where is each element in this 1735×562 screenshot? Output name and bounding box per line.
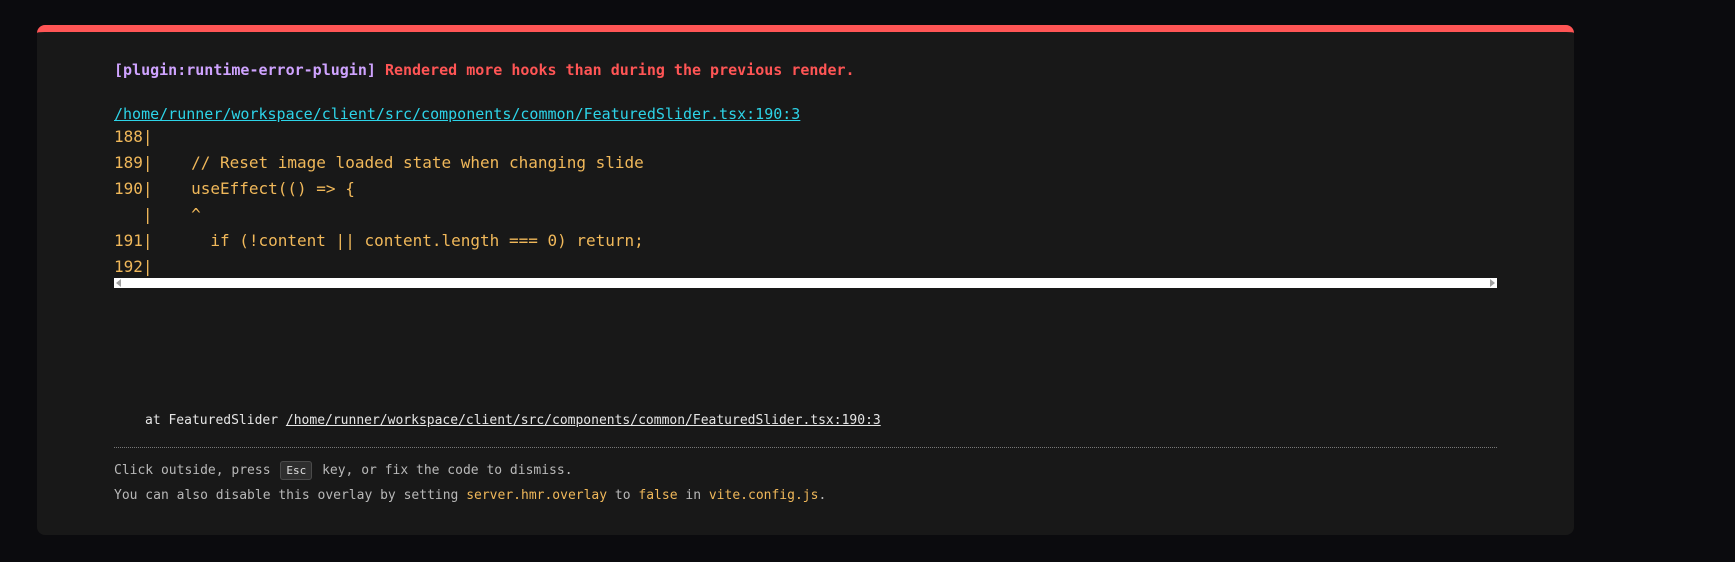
scroll-left-icon[interactable] [116,279,121,287]
horizontal-scrollbar[interactable] [114,278,1497,288]
tip-text: in [685,488,702,503]
tip-text: key, or fix the code to dismiss. [322,463,573,478]
stack-prefix: at FeaturedSlider [145,413,279,428]
code-line: 189| // Reset image loaded state when ch… [114,153,644,172]
tip-text: Click outside, press [114,463,271,478]
error-message: [plugin:runtime-error-plugin] Rendered m… [114,61,855,79]
code-line: 190| useEffect(() => { [114,179,355,198]
tip-text: You can also disable this overlay by set… [114,488,459,503]
stack-trace: at FeaturedSlider /home/runner/workspace… [145,413,881,429]
error-overlay: [plugin:runtime-error-plugin] Rendered m… [37,25,1574,535]
error-text: Rendered more hooks than during the prev… [384,61,855,79]
error-file-link[interactable]: /home/runner/workspace/client/src/compon… [114,105,800,123]
esc-key: Esc [280,461,313,480]
code-line: 191| if (!content || content.length === … [114,231,644,250]
code-frame: 188| 189| // Reset image loaded state wh… [114,124,1497,280]
code-line: | ^ [114,205,201,224]
code-line: 188| [114,127,153,146]
stack-file-link[interactable]: /home/runner/workspace/client/src/compon… [286,413,881,428]
tip-text: to [614,488,631,503]
config-key: server.hmr.overlay [466,488,608,503]
config-tip: You can also disable this overlay by set… [114,487,826,505]
divider [114,447,1497,448]
dismiss-tip: Click outside, press Esc key, or fix the… [114,461,573,480]
plugin-name: [plugin:runtime-error-plugin] [114,61,376,79]
false-value: false [638,488,678,503]
code-line: 192| [114,257,153,276]
config-file: vite.config.js [708,488,819,503]
tip-text: . [818,488,827,503]
scroll-right-icon[interactable] [1490,279,1495,287]
